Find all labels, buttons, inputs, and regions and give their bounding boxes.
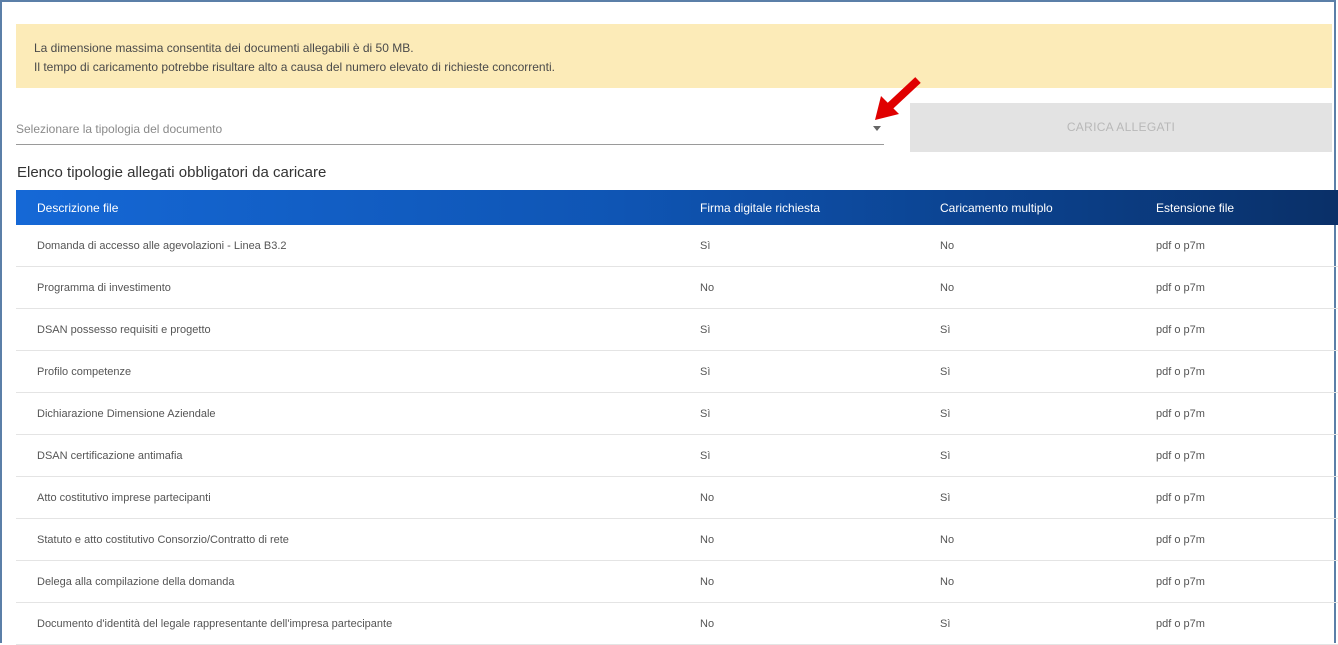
table-row: Domanda di accesso alle agevolazioni - L… [16, 225, 1338, 267]
cell-digital-signature: Sì [700, 308, 940, 351]
cell-multiple-upload: Sì [940, 602, 1156, 645]
cell-description: Atto costitutivo imprese partecipanti [16, 476, 700, 519]
table-row: Delega alla compilazione della domanda N… [16, 560, 1338, 603]
cell-description: Profilo competenze [16, 350, 700, 393]
cell-description: Documento d'identità del legale rapprese… [16, 602, 700, 645]
table-header-row: Descrizione file Firma digitale richiest… [16, 190, 1338, 225]
section-title: Elenco tipologie allegati obbligatori da… [17, 164, 327, 181]
table-row: Profilo competenze Sì Sì pdf o p7m [16, 350, 1338, 393]
cell-file-extension: pdf o p7m [1156, 350, 1338, 393]
table-row: Dichiarazione Dimensione Aziendale Sì Sì… [16, 392, 1338, 435]
cell-file-extension: pdf o p7m [1156, 308, 1338, 351]
table-row: Programma di investimento No No pdf o p7… [16, 266, 1338, 309]
column-header-multiple-upload: Caricamento multiplo [940, 200, 1053, 215]
cell-description: DSAN possesso requisiti e progetto [16, 308, 700, 351]
document-type-select[interactable]: Selezionare la tipologia del documento [16, 112, 884, 145]
cell-file-extension: pdf o p7m [1156, 476, 1338, 519]
table-row: Statuto e atto costitutivo Consorzio/Con… [16, 518, 1338, 561]
cell-description: DSAN certificazione antimafia [16, 434, 700, 477]
cell-file-extension: pdf o p7m [1156, 392, 1338, 435]
cell-multiple-upload: Sì [940, 434, 1156, 477]
cell-multiple-upload: Sì [940, 350, 1156, 393]
upload-attachments-button[interactable]: CARICA ALLEGATI [910, 103, 1332, 152]
cell-multiple-upload: No [940, 225, 1156, 267]
cell-description: Programma di investimento [16, 266, 700, 309]
cell-digital-signature: No [700, 602, 940, 645]
cell-file-extension: pdf o p7m [1156, 266, 1338, 309]
table-row: Atto costitutivo imprese partecipanti No… [16, 476, 1338, 519]
cell-digital-signature: No [700, 560, 940, 603]
cell-multiple-upload: No [940, 266, 1156, 309]
cell-multiple-upload: No [940, 560, 1156, 603]
cell-file-extension: pdf o p7m [1156, 560, 1338, 603]
column-header-digital-signature: Firma digitale richiesta [700, 200, 821, 215]
cell-digital-signature: No [700, 476, 940, 519]
cell-digital-signature: No [700, 518, 940, 561]
table-row: DSAN certificazione antimafia Sì Sì pdf … [16, 434, 1338, 477]
cell-multiple-upload: Sì [940, 476, 1156, 519]
cell-digital-signature: Sì [700, 392, 940, 435]
column-header-file-extension: Estensione file [1156, 200, 1235, 215]
column-header-description: Descrizione file [37, 200, 119, 215]
cell-file-extension: pdf o p7m [1156, 434, 1338, 477]
cell-description: Domanda di accesso alle agevolazioni - L… [16, 225, 700, 267]
caret-down-icon[interactable] [873, 126, 881, 131]
cell-multiple-upload: No [940, 518, 1156, 561]
cell-description: Delega alla compilazione della domanda [16, 560, 700, 603]
cell-file-extension: pdf o p7m [1156, 602, 1338, 645]
document-type-placeholder: Selezionare la tipologia del documento [16, 122, 223, 136]
table-row: DSAN possesso requisiti e progetto Sì Sì… [16, 308, 1338, 351]
notice-line-upload-time: Il tempo di caricamento potrebbe risulta… [34, 60, 555, 74]
cell-file-extension: pdf o p7m [1156, 225, 1338, 267]
table-row: Documento d'identità del legale rapprese… [16, 602, 1338, 645]
cell-description: Statuto e atto costitutivo Consorzio/Con… [16, 518, 700, 561]
notice-line-max-size: La dimensione massima consentita dei doc… [34, 41, 414, 55]
upload-notice-banner: La dimensione massima consentita dei doc… [16, 24, 1332, 88]
cell-multiple-upload: Sì [940, 308, 1156, 351]
cell-description: Dichiarazione Dimensione Aziendale [16, 392, 700, 435]
cell-digital-signature: No [700, 266, 940, 309]
cell-multiple-upload: Sì [940, 392, 1156, 435]
cell-digital-signature: Sì [700, 434, 940, 477]
cell-digital-signature: Sì [700, 225, 940, 267]
cell-digital-signature: Sì [700, 350, 940, 393]
cell-file-extension: pdf o p7m [1156, 518, 1338, 561]
required-attachments-table: Descrizione file Firma digitale richiest… [16, 190, 1338, 645]
